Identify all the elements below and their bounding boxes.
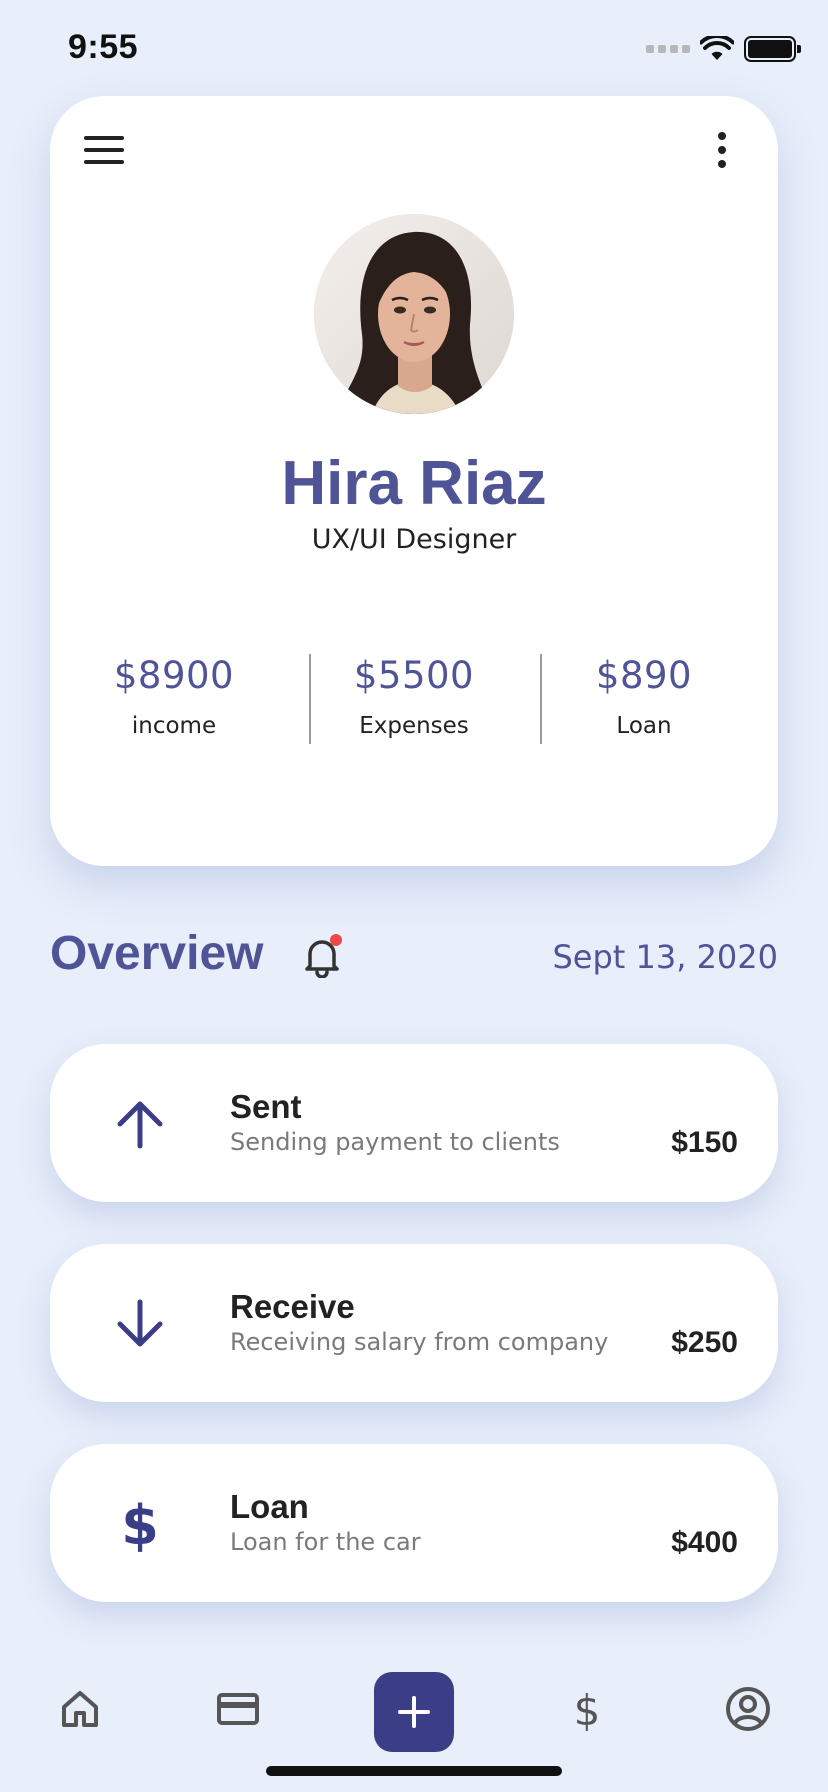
transaction-description: Sending payment to clients xyxy=(230,1128,560,1156)
stat-loan: $890 Loan xyxy=(529,654,759,739)
home-indicator xyxy=(266,1766,562,1776)
nav-home-icon[interactable] xyxy=(55,1684,105,1734)
stat-label: Expenses xyxy=(359,713,469,739)
more-options-icon[interactable] xyxy=(712,132,732,172)
overview-date: Sept 13, 2020 xyxy=(552,938,778,976)
add-icon xyxy=(398,1696,430,1728)
status-time: 9:55 xyxy=(68,28,139,66)
menu-icon[interactable] xyxy=(84,136,124,166)
transaction-amount: $400 xyxy=(671,1526,738,1559)
transaction-card-receive[interactable]: Receive Receiving salary from company $2… xyxy=(50,1244,778,1402)
transaction-card-sent[interactable]: Sent Sending payment to clients $150 xyxy=(50,1044,778,1202)
transaction-title: Sent xyxy=(230,1088,302,1125)
status-icons xyxy=(646,36,801,62)
bell-icon[interactable] xyxy=(302,934,342,979)
wifi-icon xyxy=(700,36,734,60)
arrow-down-icon xyxy=(112,1296,168,1352)
avatar xyxy=(314,214,514,414)
profile-name: Hira Riaz xyxy=(281,449,547,518)
battery-icon xyxy=(744,36,801,62)
transaction-description: Receiving salary from company xyxy=(230,1328,609,1356)
signal-icon xyxy=(646,45,690,53)
stats-row: $8900 income $5500 Expenses $890 Loan xyxy=(50,654,778,754)
nav-add-button[interactable] xyxy=(374,1672,454,1752)
arrow-up-icon xyxy=(112,1096,168,1152)
svg-text:$: $ xyxy=(574,1687,601,1731)
stat-value: $5500 xyxy=(353,654,475,697)
overview-title: Overview xyxy=(50,927,264,980)
dollar-icon: $ xyxy=(112,1496,168,1552)
avatar-photo xyxy=(314,214,514,414)
transaction-title: Loan xyxy=(230,1488,309,1525)
transaction-description: Loan for the car xyxy=(230,1528,421,1556)
transaction-title: Receive xyxy=(230,1288,355,1325)
notification-dot xyxy=(330,934,342,946)
nav-profile-icon[interactable] xyxy=(723,1684,773,1734)
transaction-amount: $150 xyxy=(671,1126,738,1159)
transaction-amount: $250 xyxy=(671,1326,738,1359)
svg-text:$: $ xyxy=(121,1496,159,1552)
status-bar: 9:55 xyxy=(0,0,828,100)
stat-expenses: $5500 Expenses xyxy=(299,654,529,739)
stat-label: Loan xyxy=(616,713,672,739)
stat-value: $8900 xyxy=(113,654,235,697)
profile-role: UX/UI Designer xyxy=(311,524,517,555)
profile-card: Hira Riaz UX/UI Designer $8900 income $5… xyxy=(50,96,778,866)
transaction-card-loan[interactable]: $ Loan Loan for the car $400 xyxy=(50,1444,778,1602)
stat-value: $890 xyxy=(595,654,693,697)
nav-dollar-icon[interactable]: $ xyxy=(562,1684,612,1734)
stat-income: $8900 income xyxy=(59,654,289,739)
stat-label: income xyxy=(131,713,217,739)
nav-card-icon[interactable] xyxy=(213,1684,263,1734)
